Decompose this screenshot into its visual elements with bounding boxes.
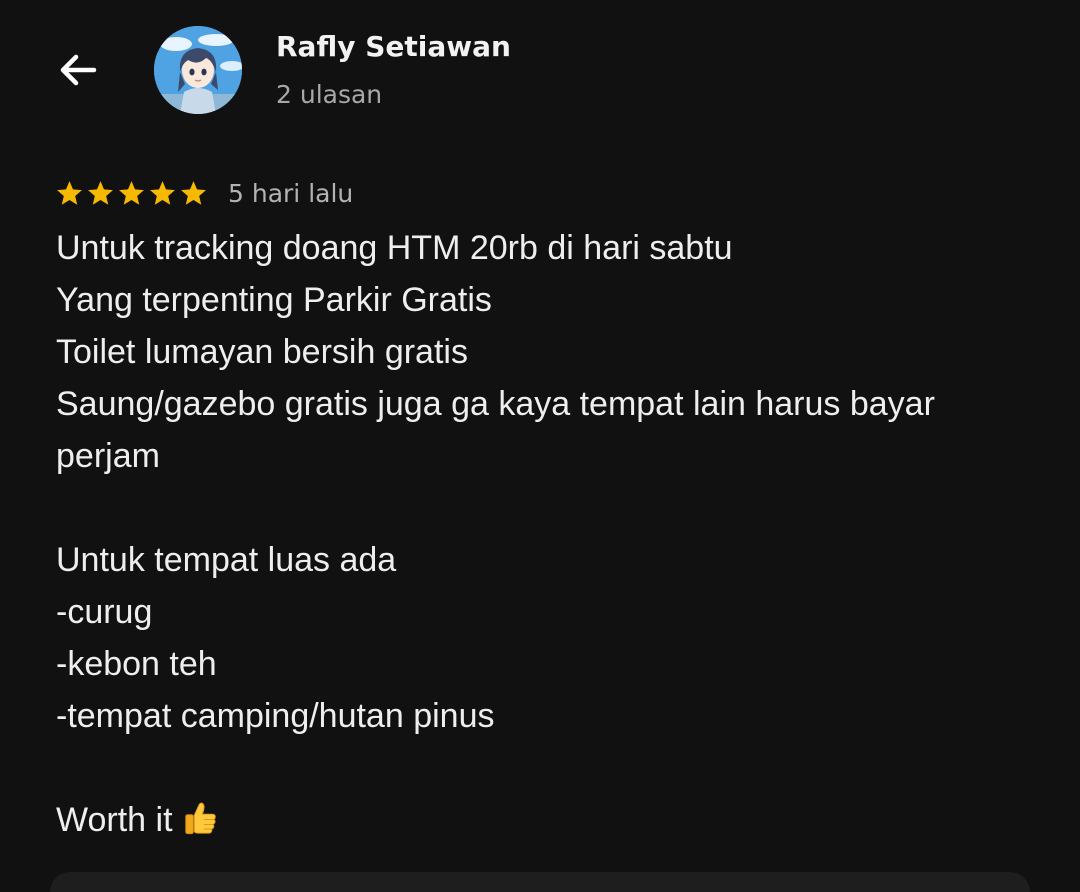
next-card-edge [50,872,1030,892]
review-line: Saung/gazebo gratis juga ga kaya tempat … [56,385,935,423]
review-date: 5 hari lalu [228,178,354,208]
arrow-left-icon [60,54,97,86]
review-count[interactable]: 2 ulasan [276,80,382,109]
review-line [56,482,1036,534]
user-name[interactable]: Rafly Setiawan [276,30,511,63]
star-icon [150,180,175,205]
review-line: Untuk tracking doang HTM 20rb di hari sa… [56,229,733,267]
back-button[interactable] [50,44,106,96]
review-line: Toilet lumayan bersih gratis [56,333,468,371]
review-line [56,742,1036,794]
avatar[interactable] [154,26,242,114]
review-closing-text: Worth it [56,801,173,839]
review-line: perjam [56,437,160,475]
review-line: -kebon teh [56,645,217,683]
rating-row: 5 hari lalu [55,176,353,210]
star-icon [119,180,144,205]
review-text: Untuk tracking doang HTM 20rb di hari sa… [56,222,1036,846]
thumbs-up-icon [181,799,219,852]
star-rating [55,179,208,208]
review-line: -curug [56,593,153,631]
review-line: Yang terpenting Parkir Gratis [56,281,492,319]
review-line: -tempat camping/hutan pinus [56,697,495,735]
star-icon [88,180,113,205]
review-closing-line: Worth it [56,794,1036,846]
star-icon [57,180,82,205]
avatar-image [154,26,242,114]
review-line: Untuk tempat luas ada [56,541,397,579]
review-header: Rafly Setiawan 2 ulasan [0,0,1080,140]
star-icon [181,180,206,205]
